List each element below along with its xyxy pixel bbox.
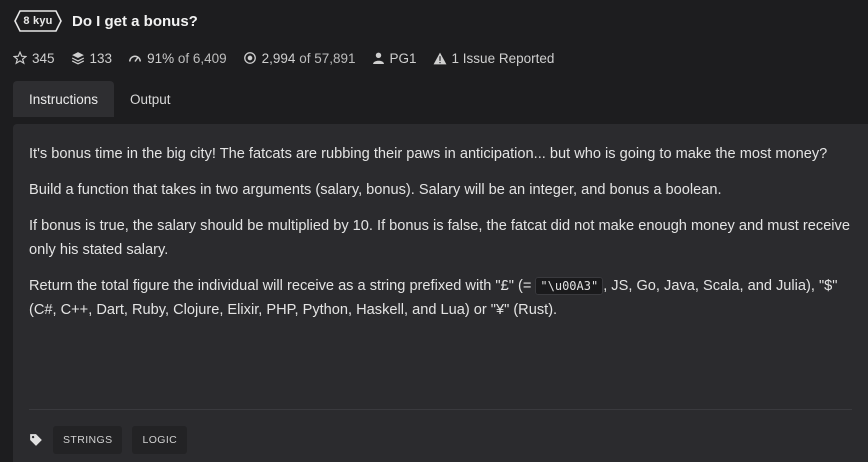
stars-stat[interactable]: 345 — [13, 51, 55, 66]
target-icon — [243, 52, 256, 64]
author-name: PG1 — [389, 50, 417, 66]
kata-title: Do I get a bonus? — [72, 12, 198, 30]
satisfaction-stat: 91% of 6,409 — [128, 51, 227, 66]
stars-count: 345 — [32, 50, 55, 66]
warning-icon — [433, 52, 446, 64]
description-paragraph: Build a function that takes in two argum… — [29, 182, 722, 198]
instructions-panel: It's bonus time in the big city! The fat… — [13, 124, 868, 462]
inline-code: "\u00A3" — [535, 277, 604, 295]
kata-description: It's bonus time in the big city! The fat… — [29, 142, 864, 334]
user-icon — [372, 52, 384, 64]
completions-attempts: of 57,891 — [299, 50, 356, 66]
divider — [29, 409, 852, 410]
star-icon — [13, 51, 27, 65]
kata-header: 8 kyu Do I get a bonus? — [14, 9, 198, 33]
description-paragraph: If bonus is true, the salary should be m… — [29, 218, 850, 258]
layers-icon — [71, 52, 84, 65]
tag-icon — [30, 434, 42, 446]
collections-stat[interactable]: 133 — [71, 50, 113, 66]
satisfaction-votes: of 6,409 — [177, 50, 227, 66]
completions-stat: 2,994 of 57,891 — [243, 51, 356, 66]
issues-count: 1 Issue Reported — [451, 50, 555, 66]
description-paragraph: It's bonus time in the big city! The fat… — [29, 146, 828, 162]
author-stat[interactable]: PG1 — [372, 51, 417, 66]
gauge-icon — [129, 55, 142, 62]
completions-count: 2,994 — [261, 50, 296, 66]
issues-stat[interactable]: 1 Issue Reported — [433, 50, 555, 66]
tab-output[interactable]: Output — [114, 81, 187, 117]
tag-logic[interactable]: LOGIC — [132, 426, 188, 454]
rank-label: 8 kyu — [23, 15, 53, 27]
tab-instructions[interactable]: Instructions — [13, 81, 115, 117]
kata-stats: 345 133 91% of 6,409 2,994 of 57,891 PG1 — [13, 49, 570, 67]
rank-badge[interactable]: 8 kyu — [14, 10, 62, 32]
tag-list: STRINGS LOGIC — [29, 426, 188, 454]
collections-count: 133 — [89, 50, 113, 66]
description-paragraph: Return the total figure the individual w… — [29, 274, 864, 322]
tag-strings[interactable]: STRINGS — [53, 426, 123, 454]
tab-bar: Instructions Output — [13, 81, 187, 117]
satisfaction-rating: 91% — [147, 50, 175, 66]
description-text: Return the total figure the individual w… — [29, 278, 536, 294]
